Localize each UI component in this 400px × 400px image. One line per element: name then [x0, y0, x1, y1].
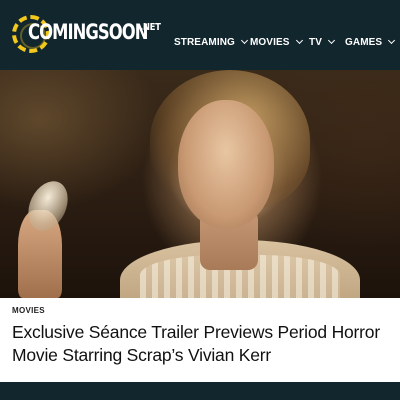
chevron-down-icon: [240, 36, 248, 45]
nav-item-label: STREAMING: [174, 37, 235, 48]
nav-item-label: MOVIES: [250, 37, 290, 48]
nav-item-tv[interactable]: TV: [309, 36, 336, 51]
chevron-down-icon: [327, 36, 336, 45]
logo-tld: .NET: [140, 22, 161, 33]
nav-item-label: GAMES: [345, 37, 383, 48]
article-category[interactable]: MOVIES: [12, 306, 45, 315]
nav-item-games[interactable]: GAMES: [345, 36, 396, 51]
nav-item-movies[interactable]: MOVIES: [250, 36, 303, 51]
site-header: COMINGSOON .NET STREAMING MOVIES TV GAME…: [0, 0, 400, 70]
nav-item-label: TV: [309, 37, 322, 48]
chevron-down-icon: [295, 36, 303, 45]
main-nav: STREAMING MOVIES TV GAMES: [0, 36, 400, 51]
chevron-down-icon: [388, 36, 396, 45]
article-title[interactable]: Exclusive Séance Trailer Previews Period…: [12, 321, 396, 367]
article-card: MOVIES Exclusive Séance Trailer Previews…: [0, 298, 400, 378]
hero-image[interactable]: [0, 70, 400, 298]
nav-item-streaming[interactable]: STREAMING: [174, 36, 248, 51]
footer-bar: [0, 382, 400, 400]
hero-figure-face: [178, 100, 274, 228]
